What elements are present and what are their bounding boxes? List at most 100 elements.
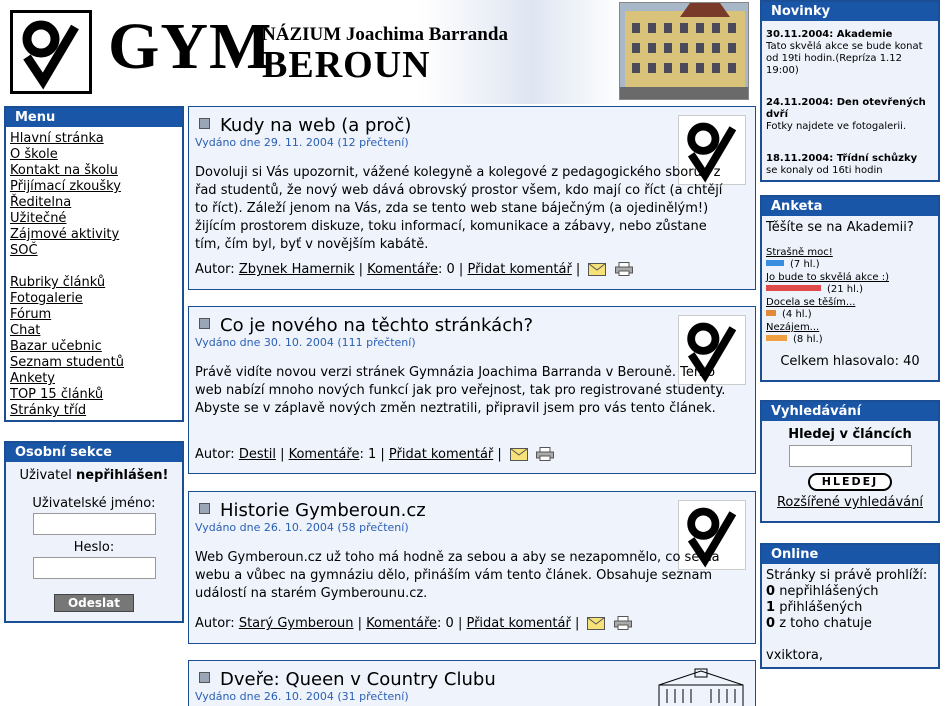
logo-text-gym: GYM — [108, 10, 273, 83]
bullet-icon — [199, 503, 210, 514]
poll-option: Strašně moc! (7 hl.) — [766, 247, 934, 271]
password-label: Heslo: — [73, 540, 115, 555]
news-item[interactable]: 30.11.2004: Akademie Tato skvělá akce se … — [762, 29, 938, 77]
menu-item[interactable]: TOP 15 článků — [10, 387, 182, 403]
online-intro: Stránky si právě prohlíží: — [766, 568, 928, 583]
bullet-icon — [199, 118, 210, 129]
advanced-search-link[interactable]: Rozšířené vyhledávání — [762, 495, 938, 510]
news-item[interactable]: 18.11.2004: Třídní schůzky se konaly od 1… — [762, 153, 938, 177]
login-status-value: nepřihlášen! — [76, 468, 169, 483]
menu-title: Menu — [6, 108, 182, 127]
envelope-icon[interactable] — [588, 263, 607, 280]
poll-option-label[interactable]: Docela se těším... — [766, 297, 934, 309]
article-meta: Vydáno dne 30. 10. 2004 (111 přečtení) — [195, 336, 416, 349]
poll-panel: Anketa Těšíte se na Akademii? Strašně mo… — [760, 195, 940, 382]
menu-item[interactable]: Ankety — [10, 371, 182, 387]
online-row: 0 nepřihlášených — [766, 584, 879, 599]
search-button[interactable]: HLEDEJ — [808, 473, 892, 491]
poll-votes: (4 hl.) — [782, 309, 812, 320]
news-title: Novinky — [762, 2, 938, 21]
site-header: GYM NÁZIUM Joachima Barranda BEROUN — [0, 0, 760, 104]
menu-item[interactable]: Fórum — [10, 307, 182, 323]
article-body: Právě vidíte novou verzi stránek Gymnázi… — [195, 365, 726, 416]
poll-votes: (21 hl.) — [827, 284, 864, 295]
menu-panel: Menu Hlavní stránka O škole Kontakt na ško… — [4, 106, 184, 422]
search-input[interactable] — [788, 445, 912, 467]
menu-item[interactable]: O škole — [10, 147, 182, 163]
poll-option: Docela se těším... (4 hl.) — [766, 297, 934, 321]
article-card: Co je nového na těchto stránkách? Vydáno… — [188, 306, 756, 474]
add-comment-link[interactable]: Přidat komentář — [467, 262, 571, 277]
article-card: Kudy na web (a proč) Vydáno dne 29. 11. … — [188, 106, 756, 290]
building-sketch-icon — [655, 667, 747, 706]
search-label: Hledej v článcích — [788, 427, 912, 442]
article-title[interactable]: Dveře: Queen v Country Clubu — [199, 669, 496, 690]
comments-link[interactable]: Komentáře — [289, 447, 360, 462]
article-footer: Autor: Starý Gymberoun | Komentáře: 0 | … — [195, 616, 632, 634]
menu-item[interactable]: Hlavní stránka — [10, 131, 182, 147]
comments-link[interactable]: Komentáře — [367, 262, 438, 277]
menu-item[interactable]: Fotogalerie — [10, 291, 182, 307]
poll-bar — [766, 335, 787, 341]
username-field[interactable] — [32, 513, 156, 535]
poll-option: Jo bude to skvělá akce :) (21 hl.) — [766, 272, 934, 296]
article-title[interactable]: Co je nového na těchto stránkách? — [199, 315, 533, 336]
poll-question: Těšíte se na Akademii? — [766, 220, 914, 235]
printer-icon[interactable] — [613, 616, 632, 634]
online-row: 1 přihlášených — [766, 600, 863, 615]
poll-votes: (7 hl.) — [790, 259, 820, 270]
envelope-icon[interactable] — [509, 448, 528, 465]
poll-option-label[interactable]: Nezájem... — [766, 322, 934, 334]
article-title[interactable]: Kudy na web (a proč) — [199, 115, 411, 136]
printer-icon[interactable] — [536, 447, 555, 465]
article-body: Dovoluji si Vás upozornit, vážené kolegy… — [195, 165, 723, 252]
menu-item[interactable]: Zájmové aktivity — [10, 227, 182, 243]
poll-option-label[interactable]: Jo bude to skvělá akce :) — [766, 272, 934, 284]
personal-section-title: Osobní sekce — [6, 443, 182, 462]
school-logo[interactable] — [10, 10, 92, 94]
bullet-icon — [199, 318, 210, 329]
add-comment-link[interactable]: Přidat komentář — [389, 447, 493, 462]
article-card: Historie Gymberoun.cz Vydáno dne 26. 10.… — [188, 491, 756, 644]
menu-item[interactable]: Užitečné — [10, 211, 182, 227]
menu-item[interactable]: Ředitelna — [10, 195, 182, 211]
news-panel: Novinky 30.11.2004: Akademie Tato skvělá … — [760, 0, 940, 182]
menu-item[interactable]: SOČ — [10, 243, 182, 259]
menu-item[interactable]: Chat — [10, 323, 182, 339]
envelope-icon[interactable] — [587, 617, 606, 634]
menu-item[interactable]: Stránky tříd — [10, 403, 182, 419]
menu-item[interactable]: Rubriky článků — [10, 275, 182, 291]
online-title: Online — [762, 545, 938, 564]
article-meta: Vydáno dne 29. 11. 2004 (12 přečtení) — [195, 136, 409, 149]
search-title: Vyhledávání — [762, 402, 938, 421]
menu-item[interactable]: Přijímací zkoušky — [10, 179, 182, 195]
poll-option: Nezájem... (8 hl.) — [766, 322, 934, 346]
poll-votes: (8 hl.) — [793, 334, 823, 345]
login-status-prefix: Uživatel — [19, 468, 72, 483]
online-row: 0 z toho chatuje — [766, 616, 872, 631]
menu-item[interactable]: Kontakt na školu — [10, 163, 182, 179]
submit-button[interactable]: Odeslat — [54, 594, 134, 612]
author-link[interactable]: Zbynek Hamernik — [239, 262, 355, 277]
news-item[interactable]: 24.11.2004: Den otevřených dvří Fotky naj… — [762, 97, 938, 133]
article-card: Dveře: Queen v Country Clubu Vydáno dne … — [188, 660, 756, 706]
poll-total: Celkem hlasovalo: 40 — [780, 354, 920, 369]
bullet-icon — [199, 672, 210, 683]
author-link[interactable]: Destil — [239, 447, 276, 462]
article-meta: Vydáno dne 26. 10. 2004 (58 přečtení) — [195, 521, 409, 534]
menu-item[interactable]: Bazar učebnic — [10, 339, 182, 355]
username-label: Uživatelské jméno: — [32, 496, 156, 511]
poll-option-label[interactable]: Strašně moc! — [766, 247, 934, 259]
online-user[interactable]: vxiktora, — [766, 648, 934, 664]
search-panel: Vyhledávání Hledej v článcích HLEDEJ Roz… — [760, 400, 940, 523]
password-field[interactable] — [32, 557, 156, 579]
comments-link[interactable]: Komentáře — [366, 616, 437, 631]
personal-section-panel: Osobní sekce Uživatel nepřihlášen! Uživa… — [4, 441, 184, 623]
menu-item[interactable]: Seznam studentů — [10, 355, 182, 371]
logo-text-city: BEROUN — [262, 44, 431, 86]
author-link[interactable]: Starý Gymberoun — [239, 616, 354, 631]
printer-icon[interactable] — [614, 262, 633, 280]
add-comment-link[interactable]: Přidat komentář — [466, 616, 570, 631]
poll-bar — [766, 285, 821, 291]
article-title[interactable]: Historie Gymberoun.cz — [199, 500, 426, 521]
